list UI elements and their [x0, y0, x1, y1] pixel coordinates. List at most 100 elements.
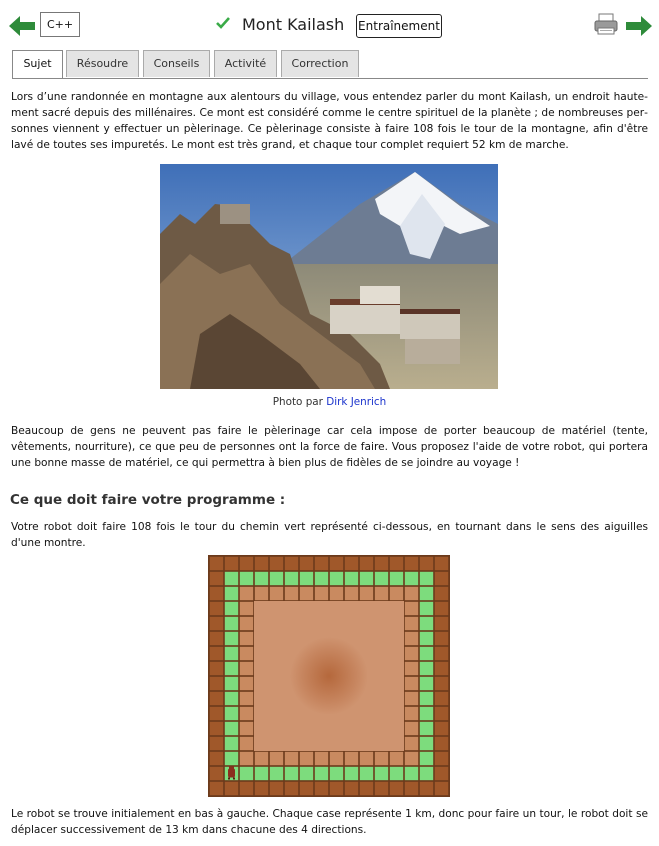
ground-cell — [344, 586, 359, 601]
path-grid-svg — [208, 555, 450, 797]
tab-sujet[interactable]: Sujet — [12, 50, 63, 78]
ground-cell — [389, 751, 404, 766]
mode-badge[interactable]: Entraînement — [356, 14, 442, 38]
wall-cell — [209, 601, 224, 616]
ground-cell — [344, 751, 359, 766]
path-cell — [299, 571, 314, 586]
wall-cell — [344, 781, 359, 796]
wall-cell — [284, 556, 299, 571]
path-cell — [224, 601, 239, 616]
next-arrow-icon[interactable] — [626, 16, 652, 36]
wall-cell — [434, 556, 449, 571]
ground-cell — [404, 751, 419, 766]
ground-cell — [239, 661, 254, 676]
path-cell — [419, 601, 434, 616]
wall-cell — [434, 706, 449, 721]
path-cell — [284, 766, 299, 781]
wall-cell — [404, 556, 419, 571]
path-cell — [224, 676, 239, 691]
wall-cell — [209, 571, 224, 586]
wall-cell — [329, 781, 344, 796]
language-selector[interactable]: C++ — [40, 12, 80, 37]
wall-cell — [209, 556, 224, 571]
path-cell — [404, 571, 419, 586]
wall-cell — [434, 616, 449, 631]
wall-cell — [209, 691, 224, 706]
wall-cell — [389, 556, 404, 571]
path-cell — [224, 751, 239, 766]
previous-arrow-icon[interactable] — [9, 16, 35, 36]
ground-cell — [404, 721, 419, 736]
wall-cell — [434, 766, 449, 781]
path-cell — [374, 571, 389, 586]
wall-cell — [269, 556, 284, 571]
ground-cell — [239, 601, 254, 616]
ground-cell — [299, 751, 314, 766]
path-cell — [314, 766, 329, 781]
ground-cell — [299, 586, 314, 601]
path-cell — [419, 646, 434, 661]
ground-cell — [404, 616, 419, 631]
path-cell — [224, 616, 239, 631]
ground-cell — [284, 751, 299, 766]
intro-paragraph: Lors d’une randonnée en montagne aux ale… — [11, 91, 648, 151]
wall-cell — [299, 556, 314, 571]
path-cell — [419, 676, 434, 691]
ground-cell — [314, 586, 329, 601]
tab-activite[interactable]: Activité — [214, 50, 277, 77]
wall-cell — [209, 661, 224, 676]
path-cell — [419, 571, 434, 586]
printer-icon[interactable] — [594, 13, 618, 35]
ground-cell — [284, 586, 299, 601]
ground-cell — [404, 706, 419, 721]
wall-cell — [434, 631, 449, 646]
path-cell — [314, 571, 329, 586]
path-cell — [254, 766, 269, 781]
ground-cell — [329, 586, 344, 601]
wall-cell — [269, 781, 284, 796]
ground-cell — [404, 586, 419, 601]
tab-correction[interactable]: Correction — [281, 50, 359, 77]
ground-cell — [374, 586, 389, 601]
task-paragraph: Votre robot doit faire 108 fois le tour … — [11, 521, 648, 549]
path-cell — [419, 736, 434, 751]
wall-cell — [374, 556, 389, 571]
ground-cell — [389, 586, 404, 601]
wall-cell — [254, 781, 269, 796]
ground-cell — [239, 631, 254, 646]
path-cell — [419, 751, 434, 766]
wall-cell — [434, 676, 449, 691]
wall-cell — [209, 781, 224, 796]
ground-cell — [269, 586, 284, 601]
photographer-link[interactable]: Dirk Jenrich — [326, 396, 386, 408]
path-cell — [344, 571, 359, 586]
path-cell — [344, 766, 359, 781]
wall-cell — [239, 556, 254, 571]
ground-cell — [374, 751, 389, 766]
tab-bar: Sujet Résoudre Conseils Activité Correct… — [12, 50, 648, 79]
photo-caption: Photo par Dirk Jenrich — [0, 396, 659, 408]
wall-cell — [434, 571, 449, 586]
path-cell — [269, 766, 284, 781]
wall-cell — [344, 556, 359, 571]
wall-cell — [299, 781, 314, 796]
ground-cell — [239, 586, 254, 601]
wall-cell — [389, 781, 404, 796]
path-cell — [224, 631, 239, 646]
ground-cell — [404, 601, 419, 616]
tab-resoudre[interactable]: Résoudre — [66, 50, 139, 77]
wall-cell — [284, 781, 299, 796]
wall-cell — [434, 601, 449, 616]
ground-cell — [404, 631, 419, 646]
ground-cell — [404, 736, 419, 751]
path-cell — [224, 736, 239, 751]
wall-cell — [374, 781, 389, 796]
ground-cell — [239, 751, 254, 766]
top-bar: C++ Mont Kailash Entraînement — [0, 0, 659, 50]
path-cell — [419, 616, 434, 631]
tab-conseils[interactable]: Conseils — [143, 50, 210, 77]
path-cell — [224, 721, 239, 736]
caption-prefix: Photo par — [272, 396, 323, 408]
description-paragraph: Beaucoup de gens ne peuvent pas faire le… — [11, 425, 648, 469]
wall-cell — [239, 781, 254, 796]
